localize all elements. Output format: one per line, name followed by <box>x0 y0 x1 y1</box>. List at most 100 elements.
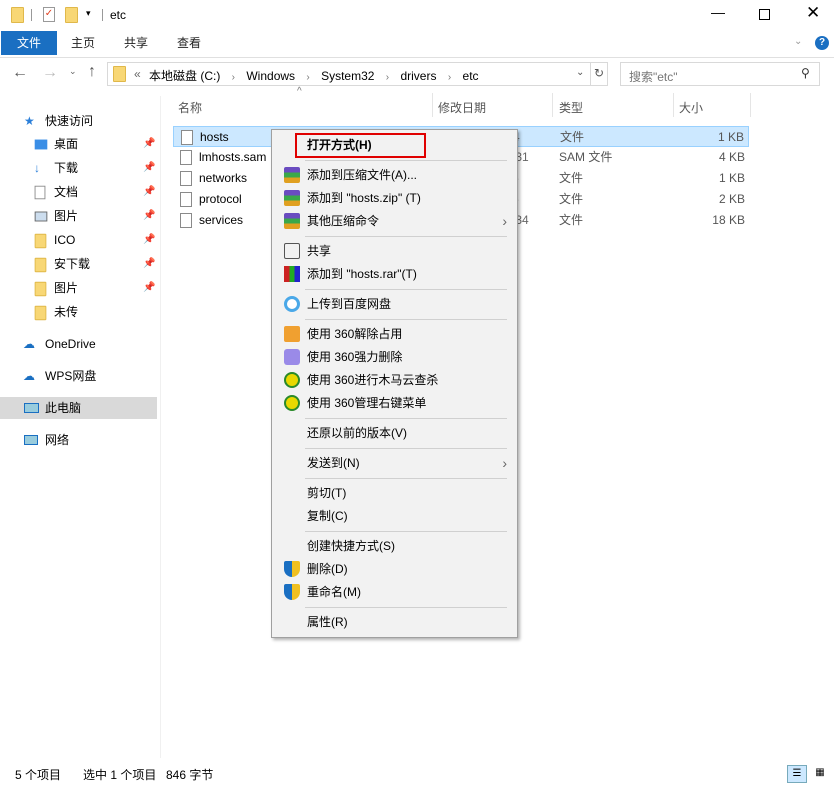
menu-item[interactable]: 其他压缩命令 › <box>274 210 515 232</box>
column-header-type[interactable]: 类型 <box>559 99 583 116</box>
menu-item[interactable]: 重命名(M) <box>274 581 515 603</box>
menu-separator <box>305 160 507 161</box>
nav-folder-ico[interactable]: ICO 📌 <box>0 229 157 251</box>
pin-icon: 📌 <box>143 138 156 149</box>
search-input[interactable]: 搜索"etc" ⚲ <box>620 62 820 86</box>
new-folder-icon[interactable] <box>65 7 78 23</box>
menu-item[interactable]: 打开方式(H) <box>274 133 515 158</box>
customize-toolbar-icon[interactable]: ▾ <box>86 8 91 19</box>
file-icon <box>180 192 192 207</box>
breadcrumb-overflow[interactable]: « <box>134 67 141 81</box>
menu-separator <box>305 607 507 608</box>
360-shred-icon <box>284 349 300 365</box>
menu-item[interactable]: 添加到 "hosts.rar"(T) <box>274 263 515 285</box>
360-menu-icon <box>284 395 300 411</box>
nav-network[interactable]: 网络 <box>0 429 157 451</box>
breadcrumb-item[interactable]: drivers <box>400 69 436 83</box>
large-icons-view-button[interactable]: ▦ <box>811 765 829 783</box>
ribbon-file-tab[interactable]: 文件 <box>1 31 57 55</box>
nav-folder-anxz[interactable]: 安下载 📌 <box>0 253 157 275</box>
nav-wps-drive[interactable]: ☁ WPS网盘 <box>0 365 157 387</box>
breadcrumb-item[interactable]: etc <box>463 69 479 83</box>
menu-separator <box>305 236 507 237</box>
menu-item[interactable]: 还原以前的版本(V) <box>274 422 515 444</box>
pin-icon: 📌 <box>143 234 156 245</box>
breadcrumb: 本地磁盘 (C:) › Windows › System32 › drivers… <box>149 69 479 83</box>
search-icon: ⚲ <box>801 66 810 80</box>
breadcrumb-item[interactable]: 本地磁盘 (C:) <box>149 69 220 83</box>
menu-item-label: 剪切(T) <box>307 486 347 500</box>
status-size: 846 字节 <box>166 768 214 782</box>
menu-item[interactable]: 使用 360强力删除 <box>274 346 515 368</box>
menu-item-label: 添加到压缩文件(A)... <box>307 168 417 182</box>
file-icon <box>180 150 192 165</box>
menu-item[interactable]: 上传到百度网盘 <box>274 293 515 315</box>
nav-folder-pictures[interactable]: 图片 📌 <box>0 277 157 299</box>
nav-this-pc[interactable]: 此电脑 <box>0 397 157 419</box>
nav-quick-access[interactable]: ★ 快速访问 <box>0 110 157 132</box>
help-icon[interactable]: ? <box>815 36 829 50</box>
ribbon-share-tab[interactable]: 共享 <box>124 31 148 55</box>
menu-item-label: 属性(R) <box>307 615 348 629</box>
pin-icon: 📌 <box>143 186 156 197</box>
back-button[interactable]: ← <box>12 64 28 82</box>
menu-item[interactable]: 剪切(T) <box>274 482 515 504</box>
menu-separator <box>305 478 507 479</box>
menu-item[interactable]: 复制(C) <box>274 505 515 527</box>
nav-folder-weichuan[interactable]: 未传 <box>0 301 157 323</box>
menu-item[interactable]: 添加到 "hosts.zip" (T) <box>274 187 515 209</box>
menu-item[interactable]: 使用 360管理右键菜单 <box>274 392 515 414</box>
menu-item[interactable]: 使用 360解除占用 <box>274 323 515 345</box>
menu-item-label: 添加到 "hosts.zip" (T) <box>307 191 421 205</box>
highlight-box <box>295 133 426 158</box>
menu-item[interactable]: 添加到压缩文件(A)... <box>274 164 515 186</box>
computer-icon <box>24 403 39 413</box>
nav-desktop[interactable]: 桌面 📌 <box>0 133 157 155</box>
nav-downloads[interactable]: ↓ 下载 📌 <box>0 157 157 179</box>
pin-icon: 📌 <box>143 162 156 173</box>
ribbon-home-tab[interactable]: 主页 <box>71 31 95 55</box>
menu-item[interactable]: 共享 <box>274 240 515 262</box>
ribbon-view-tab[interactable]: 查看 <box>177 31 201 55</box>
column-header-size[interactable]: 大小 <box>679 99 703 116</box>
menu-item-label: 上传到百度网盘 <box>307 297 392 311</box>
breadcrumb-item[interactable]: Windows <box>246 69 295 83</box>
forward-button[interactable]: → <box>42 64 58 82</box>
properties-icon[interactable]: ✓ <box>43 7 55 22</box>
menu-item-label: 使用 360强力删除 <box>307 350 403 364</box>
address-bar[interactable]: « 本地磁盘 (C:) › Windows › System32 › drive… <box>107 62 608 86</box>
sort-ascending-icon: ^ <box>297 86 302 97</box>
nav-onedrive[interactable]: ☁ OneDrive <box>0 333 157 355</box>
nav-documents[interactable]: 文档 📌 <box>0 181 157 203</box>
file-icon <box>181 130 193 145</box>
address-dropdown-icon[interactable]: ⌄ <box>576 67 584 78</box>
menu-separator <box>305 448 507 449</box>
menu-item[interactable]: 属性(R) <box>274 611 515 633</box>
up-button[interactable]: ↑ <box>88 63 96 81</box>
nav-pictures[interactable]: 图片 📌 <box>0 205 157 227</box>
menu-item[interactable]: 发送到(N) › <box>274 452 515 474</box>
details-view-button[interactable]: ☰ <box>787 765 807 783</box>
maximize-button[interactable] <box>759 9 770 20</box>
breadcrumb-item[interactable]: System32 <box>321 69 374 83</box>
refresh-icon[interactable]: ↻ <box>594 66 604 80</box>
menu-item[interactable]: 使用 360进行木马云查杀 <box>274 369 515 391</box>
menu-item[interactable]: 删除(D) <box>274 558 515 580</box>
column-header-name[interactable]: 名称 <box>178 99 202 116</box>
close-button[interactable]: ✕ <box>806 3 820 23</box>
navigation-pane: ★ 快速访问 桌面 📌 ↓ 下载 📌 文档 📌 图片 📌 ICO 📌 安下载 📌 图片 📌 未传 … <box>0 108 160 758</box>
share-icon <box>284 243 300 259</box>
recent-locations-button[interactable]: ⌄ <box>69 66 77 77</box>
desktop-icon <box>34 139 48 150</box>
winrar-icon <box>284 213 300 229</box>
column-header-date[interactable]: 修改日期 <box>438 99 486 116</box>
cloud-icon: ☁ <box>23 337 35 351</box>
expand-ribbon-icon[interactable]: ⌄ <box>794 36 802 47</box>
shield-icon <box>284 584 300 600</box>
menu-item[interactable]: 创建快捷方式(S) <box>274 535 515 557</box>
minimize-button[interactable]: — <box>711 4 725 20</box>
file-icon <box>180 171 192 186</box>
menu-item-label: 创建快捷方式(S) <box>307 539 395 553</box>
pin-icon: 📌 <box>143 210 156 221</box>
status-selected: 选中 1 个项目 <box>83 768 157 782</box>
